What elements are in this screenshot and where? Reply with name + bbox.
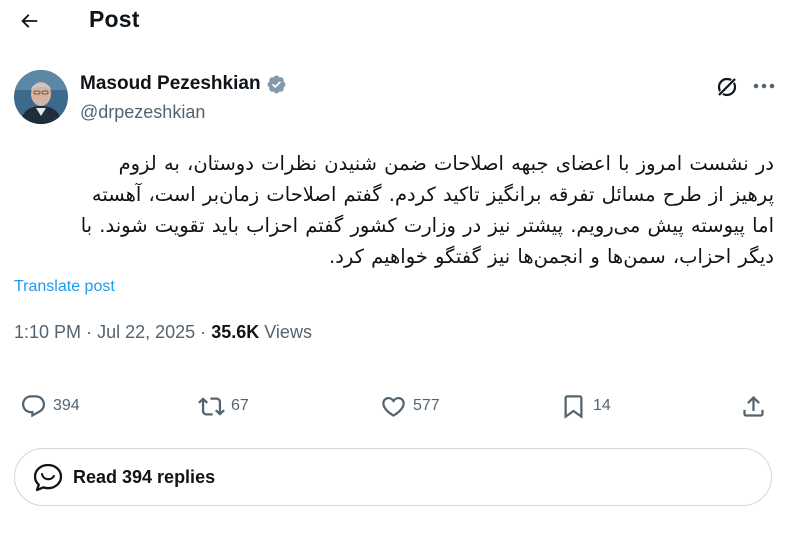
bookmark-count: 14 — [593, 397, 611, 414]
top-bar: Post — [0, 0, 800, 42]
meta-separator: · — [86, 322, 93, 342]
views-label: Views — [264, 322, 312, 342]
bookmark-icon — [564, 394, 583, 419]
arrow-left-icon — [21, 14, 38, 28]
post-text: در نشست امروز با اعضای جبهه اصلاحات ضمن … — [14, 148, 774, 272]
more-horizontal-icon — [753, 83, 775, 89]
post-meta: 1:10 PM · Jul 22, 2025 · 35.6K Views — [14, 322, 312, 343]
views-count: 35.6K — [211, 322, 260, 342]
name-row: Masoud Pezeshkian — [80, 73, 287, 95]
user-handle[interactable]: @drpezeshkian — [80, 102, 205, 123]
post-author: Masoud Pezeshkian @drpezeshkian — [14, 70, 784, 126]
action-bar: 394 67 577 14 — [0, 388, 800, 424]
reply-icon — [21, 394, 46, 417]
heart-icon — [382, 396, 405, 417]
post-time[interactable]: 1:10 PM — [14, 322, 81, 342]
meta-separator: · — [200, 322, 207, 342]
repost-count: 67 — [231, 397, 249, 414]
post-date[interactable]: Jul 22, 2025 — [97, 322, 195, 342]
post-line: پرهیز از طرح مسائل تفرقه برانگیز تاکید ک… — [91, 183, 774, 206]
post-line: اما پیوسته پیش می‌رویم. پیشتر نیز در وزا… — [80, 214, 774, 237]
reply-button[interactable]: 394 — [20, 388, 80, 424]
share-icon — [743, 395, 764, 417]
post-line: دیگر احزاب، سمن‌ها و انجمن‌ها نیز گفتگو … — [329, 245, 774, 268]
read-replies-button[interactable]: Read 394 replies — [14, 448, 772, 506]
verified-badge-icon — [267, 75, 286, 93]
more-options-button[interactable] — [749, 72, 779, 100]
post-line: در نشست امروز با اعضای جبهه اصلاحات ضمن … — [118, 152, 774, 175]
like-count: 577 — [413, 397, 440, 414]
display-name[interactable]: Masoud Pezeshkian — [80, 73, 261, 95]
repost-icon — [198, 396, 225, 416]
like-button[interactable]: 577 — [380, 388, 440, 424]
page-title: Post — [89, 6, 140, 32]
grok-icon — [716, 76, 738, 98]
translate-post-link[interactable]: Translate post — [14, 278, 115, 296]
conversation-icon — [33, 463, 63, 492]
back-button[interactable] — [14, 6, 44, 36]
repost-button[interactable]: 67 — [198, 388, 249, 424]
read-replies-label: Read 394 replies — [73, 466, 216, 487]
bookmark-button[interactable]: 14 — [560, 388, 611, 424]
reply-count: 394 — [53, 397, 80, 414]
grok-button[interactable] — [714, 74, 740, 100]
avatar[interactable] — [14, 70, 68, 124]
share-button[interactable] — [740, 388, 767, 424]
